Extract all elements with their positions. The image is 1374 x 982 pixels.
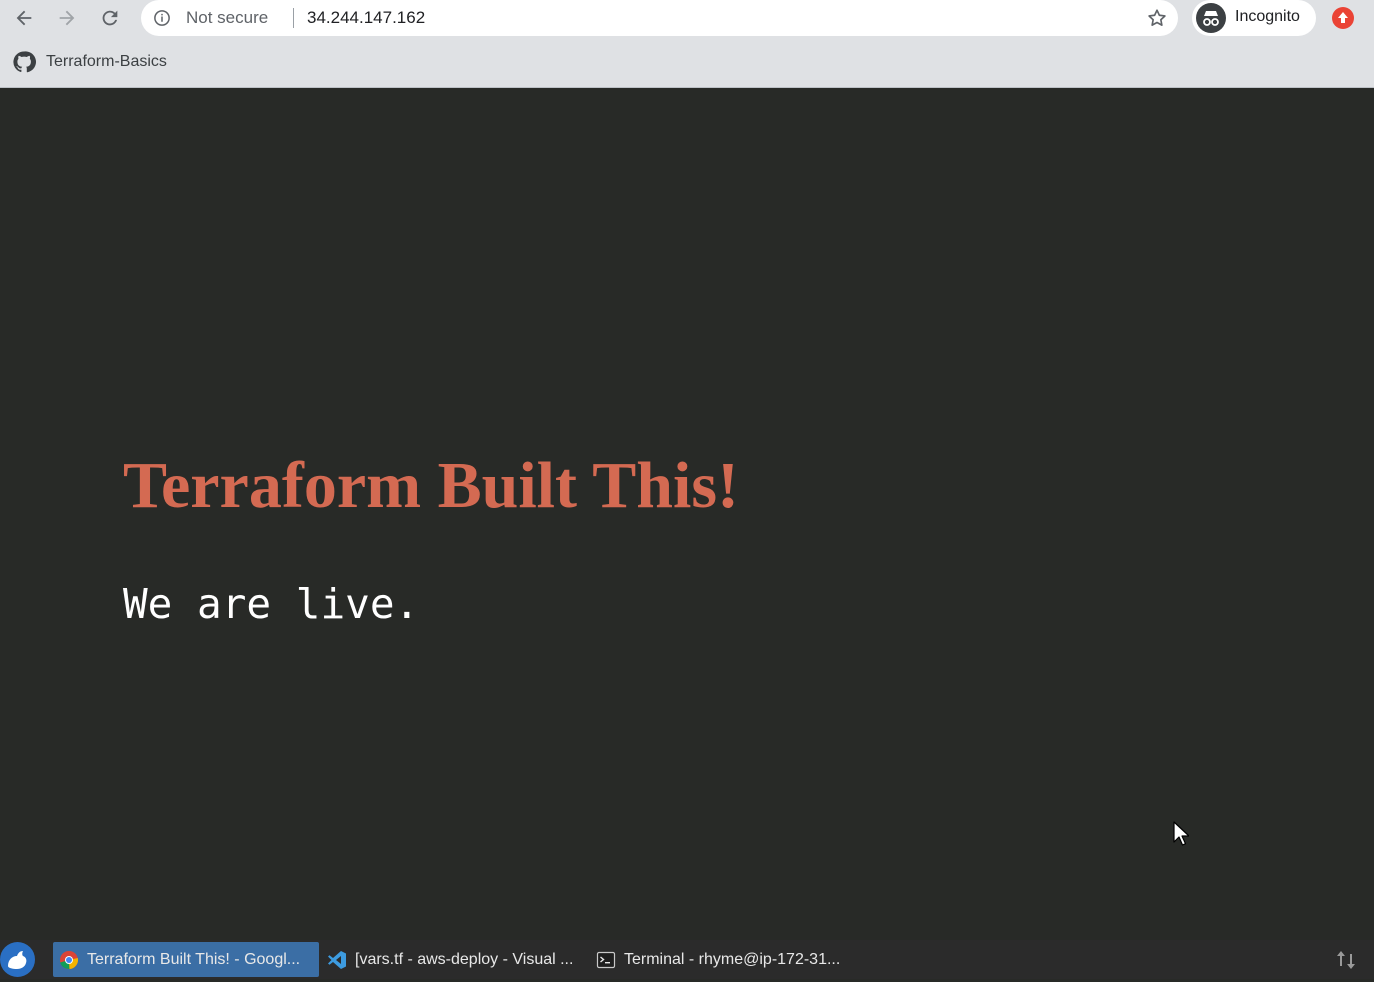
bookmark-label: Terraform-Basics bbox=[46, 53, 167, 70]
vscode-icon bbox=[328, 950, 346, 969]
forward-button[interactable] bbox=[53, 4, 81, 32]
star-icon[interactable] bbox=[1146, 7, 1168, 29]
mouse-cursor-icon bbox=[1173, 821, 1189, 846]
arrow-up-icon bbox=[1338, 12, 1348, 23]
reload-button[interactable] bbox=[96, 4, 124, 32]
terminal-icon bbox=[596, 951, 616, 968]
reload-icon bbox=[102, 10, 118, 26]
taskbar-item-vscode[interactable]: [vars.tf - aws-deploy - Visual ... bbox=[321, 942, 589, 977]
info-icon[interactable] bbox=[153, 9, 171, 27]
taskbar-item-terminal[interactable]: Terminal - rhyme@ip-172-31... bbox=[590, 942, 860, 977]
address-bar[interactable]: Not secure 34.244.147.162 bbox=[141, 0, 1178, 36]
incognito-icon bbox=[1196, 3, 1226, 33]
taskbar: Terraform Built This! - Googl... [vars.t… bbox=[0, 940, 1374, 979]
taskbar-item-chrome[interactable]: Terraform Built This! - Googl... bbox=[53, 942, 319, 977]
page-heading: Terraform Built This! bbox=[123, 449, 740, 522]
arrow-right-icon bbox=[59, 10, 75, 26]
url-text[interactable]: 34.244.147.162 bbox=[307, 8, 425, 28]
taskbar-item-label: Terraform Built This! - Googl... bbox=[87, 950, 301, 968]
address-divider bbox=[293, 8, 294, 28]
chrome-icon bbox=[60, 950, 79, 969]
start-menu-button[interactable] bbox=[0, 942, 35, 977]
incognito-profile-button[interactable]: Incognito bbox=[1192, 0, 1316, 36]
bookmark-terraform-basics[interactable]: Terraform-Basics bbox=[12, 50, 167, 74]
network-transfer-icon[interactable] bbox=[1334, 948, 1358, 972]
taskbar-item-label: Terminal - rhyme@ip-172-31... bbox=[624, 950, 841, 968]
bookmarks-bar: Terraform-Basics bbox=[0, 36, 1374, 88]
page-subheading: We are live. bbox=[123, 580, 420, 628]
github-icon bbox=[13, 51, 36, 73]
arrow-left-icon bbox=[16, 10, 32, 26]
incognito-label: Incognito bbox=[1235, 8, 1300, 25]
taskbar-item-label: [vars.tf - aws-deploy - Visual ... bbox=[355, 950, 574, 968]
browser-toolbar: Not secure 34.244.147.162 Incognito bbox=[0, 0, 1374, 36]
security-status[interactable]: Not secure bbox=[186, 8, 268, 28]
page-content: Terraform Built This! We are live. bbox=[0, 88, 1374, 940]
xfce-mouse-icon bbox=[8, 951, 27, 969]
back-button[interactable] bbox=[10, 4, 38, 32]
update-button[interactable] bbox=[1332, 7, 1354, 29]
